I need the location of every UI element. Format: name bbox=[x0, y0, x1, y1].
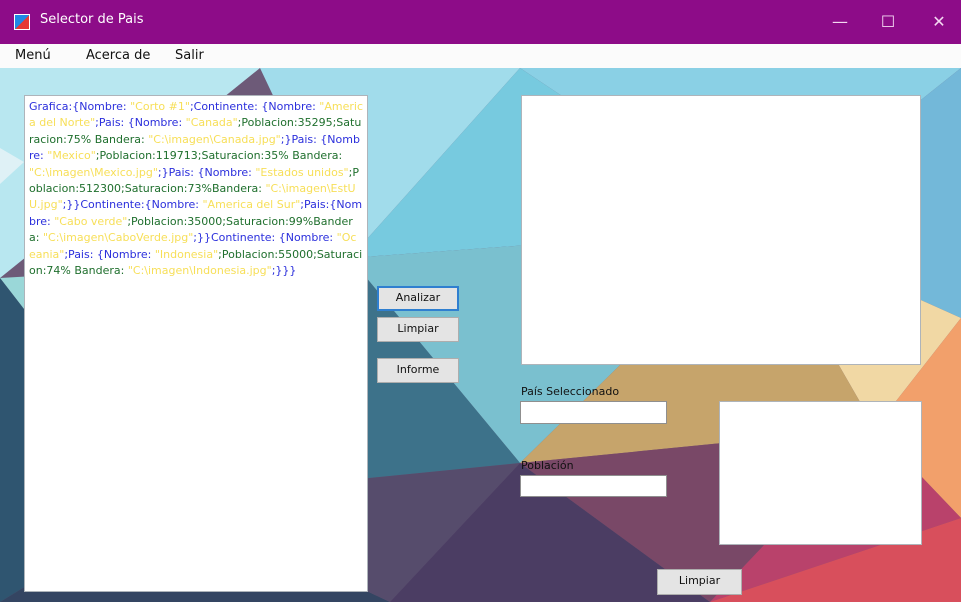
output-text-segment: "C:\imagen\Indonesia.jpg" bbox=[127, 264, 272, 278]
output-text-segment: "Cabo verde" bbox=[54, 214, 128, 228]
analizar-button[interactable]: Analizar bbox=[377, 286, 459, 311]
output-text-segment: ;}}} bbox=[271, 264, 297, 278]
limpiar-button[interactable]: Limpiar bbox=[377, 317, 459, 342]
output-text-segment: "C:\imagen\Mexico.jpg" bbox=[29, 165, 158, 179]
output-text-segment: ;}Pais: {Nombre: bbox=[157, 165, 256, 179]
output-text-segment: ;Pais: {Nombre: bbox=[64, 247, 155, 261]
output-text-segment: "America del Sur" bbox=[202, 198, 301, 212]
close-button[interactable]: ✕ bbox=[921, 8, 957, 36]
menu-item-menu[interactable]: Menú bbox=[15, 48, 51, 63]
output-text-segment: "C:\imagen\CaboVerde.jpg" bbox=[42, 231, 194, 245]
output-text-segment: "C:\imagen\Canada.jpg" bbox=[148, 132, 281, 146]
result-display-panel bbox=[719, 401, 922, 545]
limpiar-bottom-button[interactable]: Limpiar bbox=[657, 569, 742, 595]
output-text-segment: ;}}Continente:{Nombre: bbox=[62, 198, 203, 212]
output-text-segment: "Canada" bbox=[185, 116, 238, 130]
output-text-segment: ;}}Continente: {Nombre: bbox=[193, 231, 337, 245]
form-client-area: Grafica:{Nombre: "Corto #1";Continente: … bbox=[0, 68, 961, 602]
app-icon bbox=[14, 14, 30, 30]
minimize-button[interactable]: — bbox=[822, 8, 858, 36]
poblacion-input[interactable] bbox=[520, 475, 667, 497]
pais-seleccionado-label: País Seleccionado bbox=[521, 385, 620, 398]
poblacion-label: Población bbox=[521, 459, 574, 472]
output-text-segment: ;Continente: {Nombre: bbox=[189, 100, 320, 113]
output-text-segment: Grafica:{Nombre: bbox=[29, 100, 131, 113]
maximize-button[interactable]: ☐ bbox=[870, 8, 906, 36]
window-title: Selector de Pais bbox=[40, 12, 144, 27]
app-window: Selector de Pais — ☐ ✕ Menú Acerca de Sa… bbox=[0, 0, 961, 602]
output-text-segment: "Corto #1" bbox=[130, 100, 190, 113]
menu-item-acerca-de[interactable]: Acerca de bbox=[86, 48, 150, 63]
flag-display-panel bbox=[521, 95, 921, 365]
menu-bar: Menú Acerca de Salir bbox=[0, 44, 961, 68]
pais-seleccionado-input[interactable] bbox=[520, 401, 667, 424]
menu-item-salir[interactable]: Salir bbox=[175, 48, 204, 63]
output-text-segment: ;Poblacion:119713;Saturacion:35% Bandera… bbox=[95, 149, 343, 163]
output-text-segment: "Mexico" bbox=[47, 149, 96, 163]
analysis-output-textbox[interactable]: Grafica:{Nombre: "Corto #1";Continente: … bbox=[24, 95, 368, 592]
output-text-segment: "Estados unidos" bbox=[255, 165, 349, 179]
title-bar: Selector de Pais — ☐ ✕ bbox=[0, 0, 961, 44]
informe-button[interactable]: Informe bbox=[377, 358, 459, 383]
output-text-segment: "Indonesia" bbox=[154, 247, 219, 261]
output-text-segment: ;Pais: {Nombre: bbox=[95, 116, 186, 130]
